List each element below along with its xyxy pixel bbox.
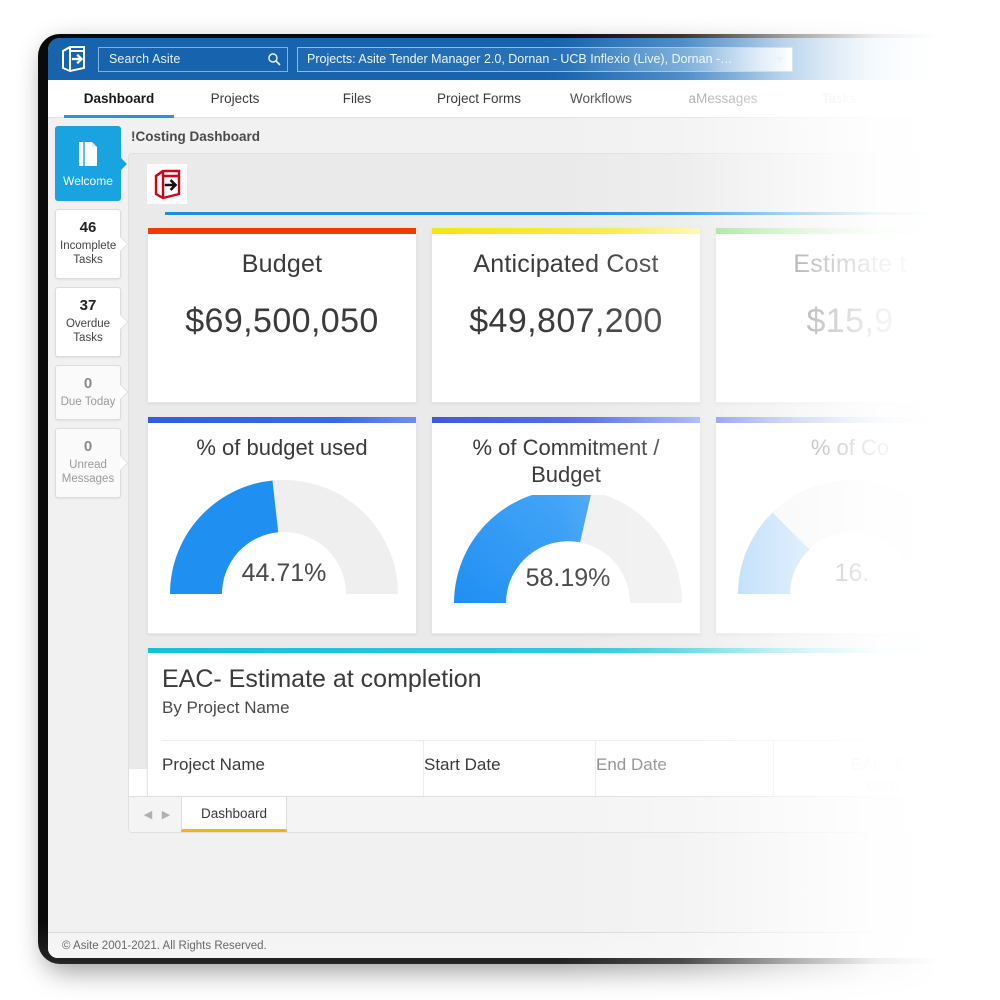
gauge-commitment-third: 16. — [726, 468, 978, 596]
kpi-title-estimate: Estimate t — [793, 250, 907, 278]
dashboard-panel: Budget $69,500,050 Anticipated Cost $49,… — [128, 153, 1000, 833]
search-input[interactable]: Search Asite — [98, 46, 288, 72]
gauge-budget-used: 44.71% — [158, 468, 410, 596]
dashboard-content: !Costing Dashboard Budget $69,500,050 An… — [128, 118, 1000, 958]
sidebar-item-welcome-label: Welcome — [63, 174, 113, 188]
sidebar-item-unread-messages[interactable]: 0 Unread Messages — [55, 428, 121, 498]
search-icon[interactable] — [267, 52, 281, 66]
kpi-card-anticipated-cost[interactable]: Anticipated Cost $49,807,200 — [431, 228, 701, 403]
copyright-text: © Asite 2001-2021. All Rights Reserved. — [62, 939, 267, 952]
kpi-value-estimate: $15,9 — [806, 301, 894, 340]
tab-files-label: Files — [342, 91, 372, 106]
kpi-card-estimate-to-complete[interactable]: Estimate t $15,9 — [715, 228, 985, 403]
tab-tasks-label: Tasks — [821, 91, 857, 106]
tab-project-forms[interactable]: Project Forms — [418, 80, 540, 117]
unread-messages-count: 0 — [83, 438, 93, 456]
incomplete-tasks-label: Incomplete Tasks — [60, 240, 117, 267]
header-divider-rule — [165, 212, 988, 215]
project-selector-value: Projects: Asite Tender Manager 2.0, Dorn… — [307, 52, 733, 66]
gauge-card-budget-used[interactable]: % of budget used 44.71% — [147, 417, 417, 634]
tab-amessages[interactable]: aMessages — [662, 80, 784, 117]
kpi-value-anticipated-cost: $49,807,200 — [469, 301, 663, 340]
sidebar-item-welcome[interactable]: Welcome — [55, 126, 121, 202]
tab-project-forms-label: Project Forms — [436, 91, 521, 106]
due-today-count: 0 — [83, 374, 93, 392]
sheet-tab-strip: ◀ ▶ Dashboard — [129, 796, 1000, 832]
gauge-card-commitment-budget[interactable]: % of Commitment / Budget 58.19% — [431, 417, 701, 634]
tab-workflows[interactable]: Workflows — [540, 80, 662, 117]
chevron-left-icon[interactable]: ◀ — [139, 797, 157, 832]
sidebar-item-due-today[interactable]: 0 Due Today — [55, 364, 121, 421]
kpi-card-budget[interactable]: Budget $69,500,050 — [147, 228, 417, 403]
incomplete-tasks-count: 46 — [79, 219, 97, 237]
kpi-value-budget: $69,500,050 — [185, 301, 379, 340]
eac-table-card[interactable]: EAC- Estimate at completion By Project N… — [147, 648, 1000, 810]
chevron-right-icon[interactable]: ▶ — [157, 797, 175, 832]
gauge-commitment-budget: 58.19% — [442, 488, 694, 603]
gauge-title-commitment-budget: % of Commitment / Budget — [472, 435, 660, 487]
eac-title: EAC- Estimate at completion — [162, 665, 482, 693]
report-canvas: Budget $69,500,050 Anticipated Cost $49,… — [129, 216, 1000, 810]
kpi-title-budget: Budget — [241, 250, 323, 278]
search-placeholder: Search Asite — [109, 52, 181, 66]
tab-files[interactable]: Files — [296, 80, 418, 117]
tab-tasks[interactable]: Tasks — [784, 80, 894, 117]
eac-column-eac-line1: EAC- Es — [850, 754, 916, 774]
gauge-title-commitment-third: % of Co — [810, 435, 890, 460]
eac-subtitle: By Project Name — [162, 697, 290, 717]
gauge-value-budget-used: 44.71% — [241, 558, 327, 587]
page-title: !Costing Dashboard — [131, 129, 261, 144]
gauge-title-budget-used: % of budget used — [196, 435, 368, 460]
sheet-tab-dashboard-label: Dashboard — [200, 805, 268, 821]
asite-cube-logo-icon[interactable] — [58, 44, 88, 74]
overdue-tasks-count: 37 — [79, 296, 97, 314]
chevron-down-icon[interactable] — [776, 56, 784, 62]
unread-messages-label: Unread Messages — [61, 459, 115, 486]
sidebar-item-incomplete-tasks[interactable]: 46 Incomplete Tasks — [55, 209, 121, 279]
overdue-tasks-label: Overdue Tasks — [65, 317, 111, 344]
tab-dashboard-label: Dashboard — [83, 91, 155, 106]
gauge-card-row: % of budget used 44.71% % of Commitment … — [147, 417, 1000, 634]
top-navigation-bar: Search Asite Projects: Asite Tender Mana… — [48, 38, 1000, 80]
asite-app-window: Search Asite Projects: Asite Tender Mana… — [48, 38, 1000, 958]
tab-projects-label: Projects — [210, 91, 260, 106]
tab-dashboard[interactable]: Dashboard — [64, 80, 174, 118]
tab-workflows-label: Workflows — [569, 91, 632, 106]
due-today-label: Due Today — [60, 395, 116, 408]
tab-amessages-label: aMessages — [688, 91, 758, 106]
report-header — [129, 154, 1000, 216]
page-fold-icon — [75, 139, 101, 169]
kpi-title-anticipated-cost: Anticipated Cost — [473, 250, 659, 278]
project-selector-dropdown[interactable]: Projects: Asite Tender Manager 2.0, Dorn… — [297, 46, 793, 72]
app-body: Welcome 46 Incomplete Tasks 37 Overdue T… — [48, 118, 1000, 958]
gauge-value-commitment-budget: 58.19% — [525, 563, 611, 592]
sheet-tab-dashboard[interactable]: Dashboard — [181, 797, 287, 832]
app-footer: © Asite 2001-2021. All Rights Reserved. — [48, 932, 1000, 958]
eac-column-eac-line2: com — [866, 774, 900, 794]
asite-cube-logo-red-icon — [147, 164, 187, 204]
sidebar-item-overdue-tasks[interactable]: 37 Overdue Tasks — [55, 286, 121, 357]
main-nav-tabs: Dashboard Projects Files Project Forms W… — [48, 80, 1000, 118]
kpi-card-row: Budget $69,500,050 Anticipated Cost $49,… — [147, 228, 1000, 403]
tab-projects[interactable]: Projects — [174, 80, 296, 117]
left-sidebar: Welcome 46 Incomplete Tasks 37 Overdue T… — [48, 118, 128, 958]
screenshot-stage: Search Asite Projects: Asite Tender Mana… — [0, 0, 1000, 1000]
gauge-card-commitment-third[interactable]: % of Co 16. — [715, 417, 985, 634]
gauge-value-commitment-third: 16. — [834, 558, 870, 587]
